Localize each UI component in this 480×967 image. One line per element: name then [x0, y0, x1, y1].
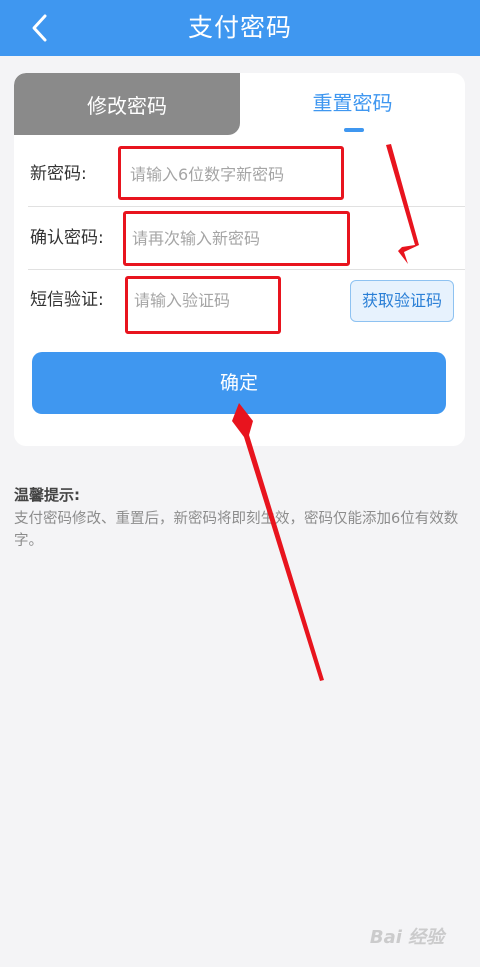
new-password-input[interactable]	[124, 154, 350, 194]
confirm-password-input[interactable]	[126, 218, 356, 258]
get-code-button[interactable]: 获取验证码	[350, 280, 454, 322]
sms-code-input[interactable]	[128, 280, 286, 320]
active-tab-indicator	[344, 128, 364, 132]
tab-reset-password[interactable]: 重置密码	[240, 73, 465, 135]
confirm-password-row: 确认密码:	[14, 207, 465, 269]
app-header: 支付密码	[0, 0, 480, 56]
confirm-button[interactable]: 确定	[32, 352, 446, 414]
sms-code-label: 短信验证:	[30, 290, 104, 310]
watermark-logo: Bai 经验	[352, 918, 462, 954]
page-title: 支付密码	[187, 13, 292, 42]
password-card: 修改密码 重置密码 新密码: 确认密码: 短信验证: 获取验证码 确定	[14, 73, 465, 446]
tips-title: 温馨提示:	[14, 486, 80, 504]
new-password-label: 新密码:	[30, 164, 87, 184]
watermark-text: Bai 经验	[369, 927, 445, 948]
tab-modify-password[interactable]: 修改密码	[14, 73, 240, 135]
new-password-row: 新密码:	[14, 143, 465, 205]
tips-text: 支付密码修改、重置后，新密码将即刻生效，密码仅能添加6位有效数字。	[14, 511, 459, 549]
tab-bar: 修改密码 重置密码	[14, 73, 465, 135]
confirm-password-label: 确认密码:	[30, 228, 104, 248]
